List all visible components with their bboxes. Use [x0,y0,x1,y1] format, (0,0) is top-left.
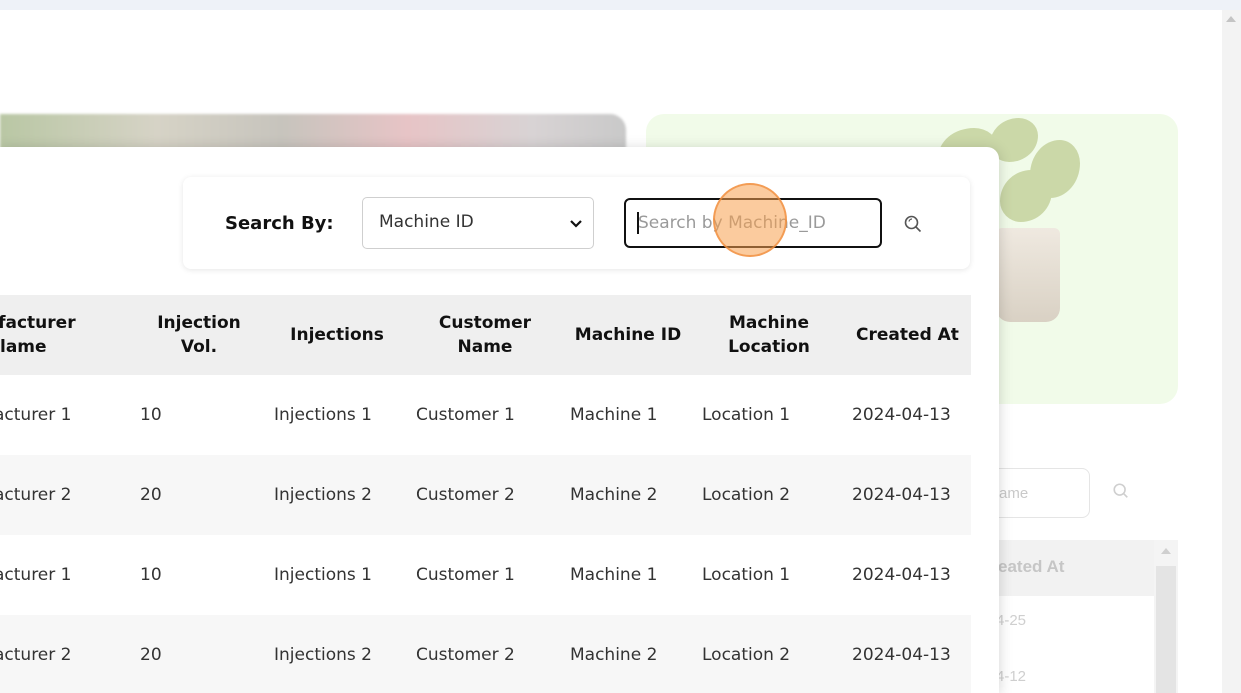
background-table-header: eated At [990,540,1154,596]
table-header-row: ufacturer lame Injection Vol. Injections… [0,295,971,375]
scroll-up-arrow-icon[interactable] [1226,16,1236,22]
page-scrollbar[interactable] [1222,10,1241,693]
plant-pot [996,228,1060,322]
cell-injection-vol: 20 [132,455,266,535]
search-panel: Search By: Machine ID [183,177,970,269]
cell-machine-location: Location 2 [694,455,844,535]
click-highlight-marker [713,183,787,257]
table-row[interactable]: facturer 1 10 Injections 1 Customer 1 Ma… [0,535,971,615]
cell-manufacturer: facturer 1 [0,375,132,455]
cell-created-at: 2024-04-13 [844,535,971,615]
cell-customer-name: Customer 1 [408,535,562,615]
cell-injections: Injections 1 [266,535,408,615]
data-table: ufacturer lame Injection Vol. Injections… [0,295,971,693]
cell-manufacturer: facturer 2 [0,615,132,693]
cell-injections: Injections 2 [266,455,408,535]
table-row[interactable]: facturer 2 20 Injections 2 Customer 2 Ma… [0,455,971,535]
cell-injections: Injections 2 [266,615,408,693]
column-header-manufacturer[interactable]: ufacturer lame [0,295,132,375]
cell-machine-id: Machine 2 [562,455,694,535]
scroll-up-arrow-icon[interactable] [1161,548,1171,554]
cell-created-at: 2024-04-13 [844,455,971,535]
cell-manufacturer: facturer 1 [0,535,132,615]
cell-created-at: 2024-04-13 [844,615,971,693]
cell-machine-location: Location 2 [694,615,844,693]
cell-machine-location: Location 1 [694,535,844,615]
table-row[interactable]: facturer 1 10 Injections 1 Customer 1 Ma… [0,375,971,455]
cell-machine-id: Machine 2 [562,615,694,693]
cell-customer-name: Customer 1 [408,375,562,455]
cell-machine-id: Machine 1 [562,375,694,455]
text-caret [637,212,639,234]
cell-injection-vol: 10 [132,535,266,615]
cell-injections: Injections 1 [266,375,408,455]
column-header-created-at[interactable]: Created At [844,295,971,375]
cell-customer-name: Customer 2 [408,455,562,535]
cell-created-at: 2024-04-13 [844,375,971,455]
cell-injection-vol: 10 [132,375,266,455]
search-by-selected-value: Machine ID [379,212,474,232]
background-table-cell: 4-25 [996,612,1027,629]
cell-customer-name: Customer 2 [408,615,562,693]
column-header-machine-location[interactable]: Machine Location [694,295,844,375]
table-row[interactable]: facturer 2 20 Injections 2 Customer 2 Ma… [0,615,971,693]
cell-manufacturer: facturer 2 [0,455,132,535]
cell-machine-id: Machine 1 [562,535,694,615]
search-icon[interactable] [903,214,923,234]
search-icon[interactable] [1112,482,1130,500]
search-by-select[interactable]: Machine ID [362,197,594,249]
column-header-customer-name[interactable]: Customer Name [408,295,562,375]
background-search-input[interactable]: ame [990,468,1090,518]
column-header-injections[interactable]: Injections [266,295,408,375]
cell-injection-vol: 20 [132,615,266,693]
chevron-down-icon[interactable] [569,217,583,231]
column-header-machine-id[interactable]: Machine ID [562,295,694,375]
background-table-scroll-thumb[interactable] [1156,566,1176,693]
cell-machine-location: Location 1 [694,375,844,455]
search-modal: Search By: Machine ID ufacturer lame Inj… [0,147,999,693]
search-by-label: Search By: [225,213,334,234]
background-table-cell: 4-12 [996,668,1027,685]
column-header-injection-vol[interactable]: Injection Vol. [132,295,266,375]
